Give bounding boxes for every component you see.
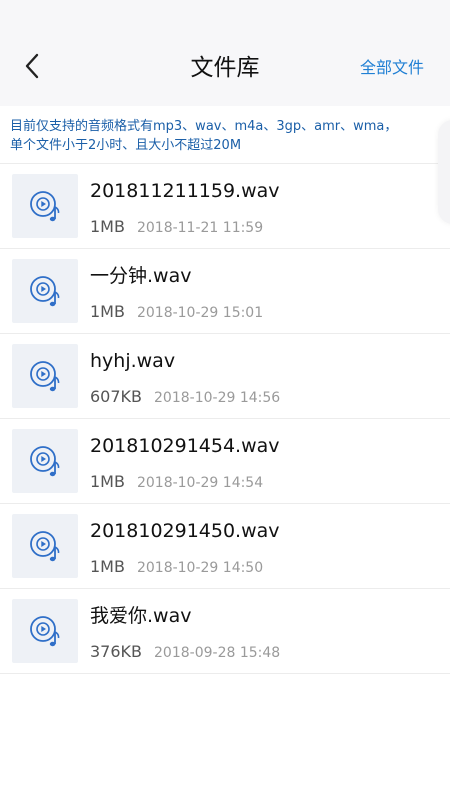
file-size: 1MB [90, 302, 125, 321]
audio-file-icon [12, 174, 78, 238]
all-files-button[interactable]: 全部文件 [360, 55, 424, 81]
audio-file-icon [12, 429, 78, 493]
file-date: 2018-10-29 14:54 [136, 475, 264, 491]
file-date: 2018-11-21 11:59 [136, 220, 264, 236]
file-name: 我爱你.wav [90, 605, 192, 627]
list-item[interactable]: 我爱你.wav 376KB 2018-09-28 15:48 [0, 589, 450, 674]
file-date: 2018-10-29 14:56 [154, 390, 281, 406]
file-date: 2018-10-29 14:50 [136, 560, 264, 576]
file-meta: 1MB 2018-10-29 14:54 [90, 471, 263, 494]
notice-line-1: 目前仅支持的音频格式有mp3、wav、m4a、3gp、amr、wma， [10, 119, 398, 134]
audio-file-icon [12, 259, 78, 323]
list-item[interactable]: hyhj.wav 607KB 2018-10-29 14:56 [0, 334, 450, 419]
file-meta: 1MB 2018-10-29 14:50 [90, 556, 263, 579]
file-size: 607KB [90, 387, 143, 406]
file-meta: 607KB 2018-10-29 14:56 [90, 386, 280, 409]
list-item[interactable]: 201810291450.wav 1MB 2018-10-29 14:50 [0, 504, 450, 589]
file-date: 2018-09-28 15:48 [154, 645, 281, 661]
file-name: hyhj.wav [90, 350, 176, 372]
file-name: 201810291454.wav [90, 435, 280, 457]
list-item[interactable]: 201811211159.wav 1MB 2018-11-21 11:59 [0, 164, 450, 249]
audio-file-icon [12, 599, 78, 663]
file-name: 201810291450.wav [90, 520, 280, 542]
file-list: 201811211159.wav 1MB 2018-11-21 11:59 一分钟… [0, 164, 450, 674]
list-item[interactable]: 一分钟.wav 1MB 2018-10-29 15:01 [0, 249, 450, 334]
file-meta: 376KB 2018-09-28 15:48 [90, 641, 280, 664]
file-name: 201811211159.wav [90, 180, 280, 202]
floating-edge-handle[interactable] [438, 120, 450, 224]
chevron-left-icon [22, 51, 42, 85]
file-size: 1MB [90, 472, 125, 491]
list-item[interactable]: 201810291454.wav 1MB 2018-10-29 14:54 [0, 419, 450, 504]
top-bar: 文件库 全部文件 [0, 0, 450, 106]
audio-file-icon [12, 514, 78, 578]
file-size: 376KB [90, 642, 143, 661]
file-size: 1MB [90, 557, 125, 576]
format-notice: 目前仅支持的音频格式有mp3、wav、m4a、3gp、amr、wma， 单个文件… [0, 106, 450, 164]
file-date: 2018-10-29 15:01 [136, 305, 264, 321]
file-name: 一分钟.wav [90, 265, 192, 287]
back-button[interactable] [14, 48, 50, 88]
file-meta: 1MB 2018-11-21 11:59 [90, 216, 263, 239]
audio-file-icon [12, 344, 78, 408]
file-size: 1MB [90, 217, 125, 236]
file-meta: 1MB 2018-10-29 15:01 [90, 301, 263, 324]
notice-line-2: 单个文件小于2小时、且大小不超过20M [10, 138, 242, 153]
